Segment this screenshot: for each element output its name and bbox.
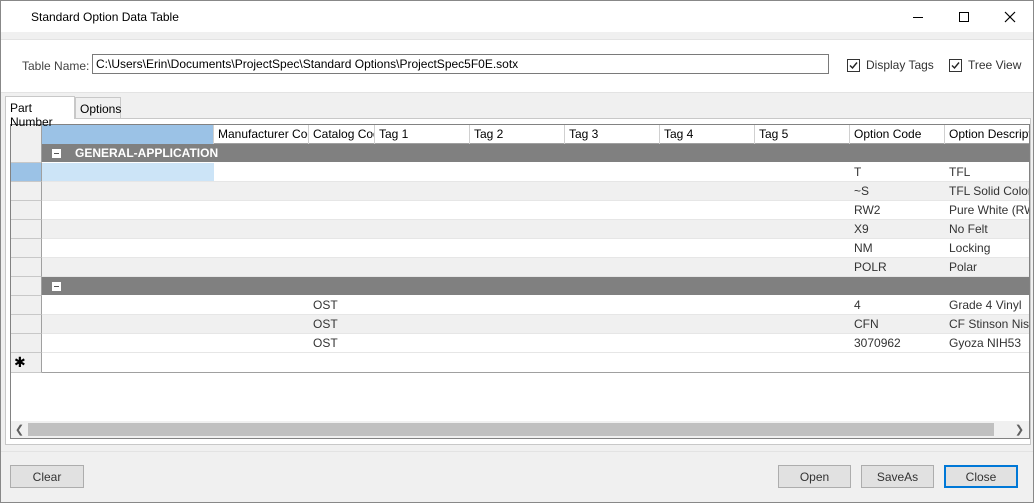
group-row[interactable] (42, 277, 1029, 296)
option-description-cell: Locking (949, 241, 991, 255)
data-grid[interactable]: Manufacturer Code Catalog Code Tag 1 Tag… (10, 124, 1030, 439)
option-description-cell: Polar (949, 260, 978, 274)
selected-cell[interactable] (42, 163, 214, 181)
minimize-button[interactable] (895, 1, 941, 32)
row-header[interactable] (11, 258, 42, 277)
row-header[interactable] (11, 296, 42, 315)
option-description-cell: No Felt (949, 222, 988, 236)
option-description-cell: TFL Solid Color (949, 184, 1030, 198)
tab-options[interactable]: Options (75, 97, 121, 119)
checkbox-box[interactable] (949, 58, 962, 72)
button-bar: Clear Open SaveAs Close (1, 451, 1033, 502)
table-name-field[interactable]: C:\Users\Erin\Documents\ProjectSpec\Stan… (92, 54, 829, 74)
table-row[interactable]: OST 3070962 Gyoza NIH53 (42, 334, 1029, 353)
option-description-cell: Pure White (RW (949, 203, 1030, 217)
option-description-cell: Gyoza NIH53 (949, 336, 1022, 350)
collapse-icon[interactable] (52, 282, 61, 291)
display-tags-checkbox[interactable]: Display Tags (847, 58, 934, 72)
column-header-option-code[interactable]: Option Code (850, 125, 945, 144)
column-header-tag-1[interactable]: Tag 1 (375, 125, 470, 144)
table-name-bar: Table Name: C:\Users\Erin\Documents\Proj… (1, 39, 1033, 93)
open-button[interactable]: Open (778, 465, 851, 488)
close-button[interactable]: Close (944, 465, 1018, 488)
table-row[interactable]: T TFL (42, 163, 1029, 182)
column-header-tag-3[interactable]: Tag 3 (565, 125, 660, 144)
new-row[interactable] (42, 353, 1029, 373)
group-name: GENERAL-APPLICATION (75, 146, 219, 160)
tab-part-number[interactable]: Part Number (5, 96, 75, 129)
column-header-catalog-code[interactable]: Catalog Code (309, 125, 375, 144)
option-code-cell: ~S (854, 184, 870, 198)
scroll-right-arrow-icon[interactable]: ❯ (1011, 423, 1028, 436)
checkmark-icon (951, 61, 960, 69)
row-header[interactable] (11, 182, 42, 201)
save-as-button[interactable]: SaveAs (861, 465, 934, 488)
table-row[interactable]: RW2 Pure White (RW (42, 201, 1030, 220)
column-header-option-description[interactable]: Option Description (945, 125, 1029, 144)
horizontal-scrollbar[interactable]: ❮ ❯ (11, 421, 1029, 438)
table-row[interactable]: OST 4 Grade 4 Vinyl (42, 296, 1029, 315)
row-header[interactable] (11, 144, 42, 163)
table-row[interactable]: ~S TFL Solid Color (42, 182, 1030, 201)
table-row[interactable]: NM Locking (42, 239, 1029, 258)
column-header-manufacturer-code[interactable]: Manufacturer Code (214, 125, 309, 144)
option-code-cell: NM (854, 241, 873, 255)
table-row[interactable]: X9 No Felt (42, 220, 1029, 239)
tree-view-label: Tree View (968, 58, 1022, 72)
checkmark-icon (849, 61, 858, 69)
catalog-code-cell: OST (313, 317, 338, 331)
scrollbar-thumb[interactable] (28, 423, 994, 436)
row-header-selected[interactable] (11, 163, 42, 182)
checkbox-box[interactable] (847, 58, 860, 72)
new-row-header[interactable]: ✱ (11, 353, 42, 373)
collapse-icon[interactable] (52, 149, 61, 158)
option-code-cell: POLR (854, 260, 887, 274)
display-tags-label: Display Tags (866, 58, 934, 72)
maximize-icon (959, 11, 969, 22)
column-header-tag-5[interactable]: Tag 5 (755, 125, 850, 144)
part-number-column-header[interactable] (42, 125, 214, 144)
table-row[interactable]: OST CFN CF Stinson Nishi (42, 315, 1030, 334)
title-bar: Standard Option Data Table (1, 1, 1033, 32)
row-header[interactable] (11, 315, 42, 334)
table-name-label: Table Name: (22, 59, 90, 73)
option-description-cell: CF Stinson Nishi (949, 317, 1030, 331)
column-header-tag-4[interactable]: Tag 4 (660, 125, 755, 144)
close-icon (1004, 11, 1016, 22)
catalog-code-cell: OST (313, 298, 338, 312)
minimize-icon (913, 16, 923, 18)
maximize-button[interactable] (941, 1, 987, 32)
row-header[interactable] (11, 277, 42, 296)
group-row-general-application[interactable]: GENERAL-APPLICATION (42, 144, 1029, 163)
grid-header-row: Manufacturer Code Catalog Code Tag 1 Tag… (11, 125, 1029, 144)
row-header[interactable] (11, 239, 42, 258)
tree-view-checkbox[interactable]: Tree View (949, 58, 1021, 72)
row-header[interactable] (11, 201, 42, 220)
catalog-code-cell: OST (313, 336, 338, 350)
option-code-cell: CFN (854, 317, 879, 331)
option-code-cell: T (854, 165, 862, 179)
option-description-cell: TFL (949, 165, 971, 179)
column-header-tag-2[interactable]: Tag 2 (470, 125, 565, 144)
option-code-cell: 4 (854, 298, 861, 312)
option-description-cell: Grade 4 Vinyl (949, 298, 1022, 312)
dialog-window: Standard Option Data Table Table Name: C… (0, 0, 1034, 503)
option-code-cell: RW2 (854, 203, 881, 217)
row-header[interactable] (11, 220, 42, 239)
option-code-cell: 3070962 (854, 336, 901, 350)
scroll-left-arrow-icon[interactable]: ❮ (11, 423, 28, 436)
window-title: Standard Option Data Table (31, 10, 179, 24)
close-window-button[interactable] (987, 1, 1033, 32)
tab-panel: Manufacturer Code Catalog Code Tag 1 Tag… (5, 118, 1031, 445)
option-code-cell: X9 (854, 222, 869, 236)
table-row[interactable]: POLR Polar (42, 258, 1029, 277)
clear-button[interactable]: Clear (10, 465, 84, 488)
row-header[interactable] (11, 334, 42, 353)
